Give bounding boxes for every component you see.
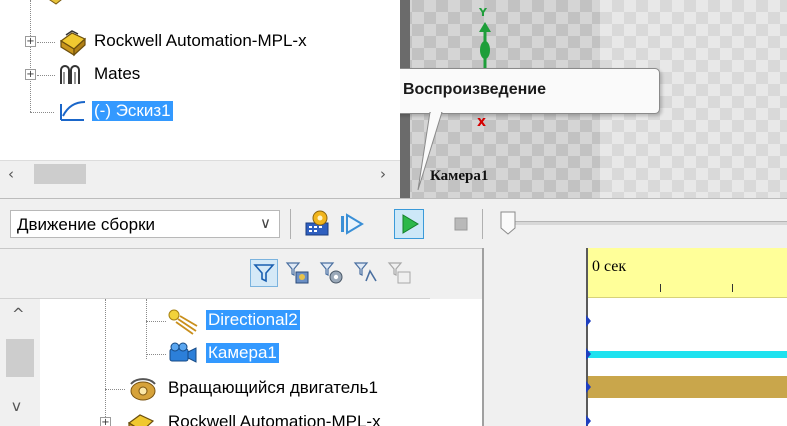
assembly-icon bbox=[42, 0, 68, 8]
study-type-value: Движение сборки bbox=[17, 215, 156, 234]
mates-icon bbox=[58, 62, 88, 88]
scrollbar-thumb[interactable] bbox=[34, 164, 86, 184]
motion-item-label[interactable]: Камера1 bbox=[206, 343, 279, 363]
filter-disabled-icon bbox=[387, 262, 411, 284]
chevron-down-icon[interactable]: ∨ bbox=[260, 214, 271, 232]
filter-driving-button[interactable] bbox=[284, 259, 312, 287]
graphics-viewport[interactable]: Y x Воспроизведение Камера1 bbox=[400, 0, 787, 198]
tree-connector bbox=[37, 42, 55, 43]
calculate-icon bbox=[305, 210, 329, 236]
horizontal-scrollbar[interactable]: ‹ › bbox=[0, 160, 400, 186]
motion-item-label[interactable]: Rockwell Automation-MPL-x bbox=[168, 412, 381, 426]
scroll-down-icon[interactable]: v bbox=[12, 397, 21, 415]
expand-toggle[interactable]: + bbox=[25, 36, 36, 47]
tree-connector bbox=[37, 75, 55, 76]
triad-y-axis-icon bbox=[474, 10, 496, 70]
filter-driving-icon bbox=[285, 262, 309, 284]
filter-disabled-button bbox=[386, 259, 414, 287]
stop-icon bbox=[454, 217, 468, 231]
motion-item-label[interactable]: Вращающийся двигатель1 bbox=[168, 378, 378, 398]
directional-light-icon bbox=[166, 307, 200, 335]
tree-connector bbox=[105, 299, 106, 426]
panel-splitter[interactable] bbox=[482, 248, 484, 426]
tree-connector bbox=[105, 389, 125, 390]
tree-connector bbox=[30, 112, 54, 113]
scroll-right-icon[interactable]: › bbox=[380, 165, 386, 183]
toolbar-separator bbox=[290, 209, 291, 239]
axis-label: Y bbox=[479, 6, 487, 19]
camera-label: Камера1 bbox=[430, 168, 489, 184]
tooltip: Воспроизведение bbox=[400, 68, 660, 114]
motion-study-toolbar: Движение сборки ∨ bbox=[0, 198, 787, 248]
timeline-tick bbox=[732, 284, 733, 292]
filter-toolbar bbox=[0, 249, 482, 299]
filter-selected-button[interactable] bbox=[318, 259, 346, 287]
key-point[interactable] bbox=[586, 315, 591, 327]
sketch-icon bbox=[58, 98, 88, 124]
study-type-dropdown[interactable]: Движение сборки ∨ bbox=[10, 210, 280, 238]
filter-results-icon bbox=[353, 262, 377, 282]
play-from-start-button[interactable] bbox=[336, 209, 366, 239]
motor-change-bar[interactable] bbox=[588, 376, 787, 398]
timeline-tick bbox=[660, 284, 661, 292]
filter-animated-icon bbox=[253, 264, 275, 283]
motion-item-label[interactable]: Directional2 bbox=[206, 310, 300, 330]
tree-connector bbox=[146, 299, 147, 359]
camera-change-bar[interactable] bbox=[588, 351, 787, 358]
stop-button[interactable] bbox=[446, 209, 476, 239]
tree-connector bbox=[146, 321, 166, 322]
rotary-motor-icon bbox=[126, 376, 160, 404]
feature-tree: + Rockwell Automation-MPL-x + Mates (-) … bbox=[0, 0, 400, 160]
tree-item-label[interactable]: Rockwell Automation-MPL-x bbox=[94, 31, 307, 51]
key-point[interactable] bbox=[586, 381, 591, 393]
motion-manager-tree: ^ v Directional2 Камера1 Вращающийся дви bbox=[0, 248, 482, 426]
time-slider-thumb[interactable] bbox=[500, 211, 516, 235]
time-slider-track[interactable] bbox=[510, 221, 787, 225]
camera-icon bbox=[166, 341, 200, 367]
scrollbar-thumb[interactable] bbox=[6, 339, 34, 377]
scroll-left-icon[interactable]: ‹ bbox=[8, 165, 14, 183]
timeline-header: 0 сек bbox=[586, 248, 787, 298]
scroll-up-icon[interactable]: ^ bbox=[12, 305, 25, 323]
assembly-icon bbox=[126, 409, 156, 426]
expand-toggle[interactable]: + bbox=[25, 69, 36, 80]
key-point[interactable] bbox=[586, 348, 591, 360]
expand-toggle[interactable]: + bbox=[100, 417, 111, 426]
tooltip-text: Воспроизведение bbox=[403, 81, 546, 98]
timeline-panel[interactable]: 0 сек bbox=[586, 248, 787, 426]
play-icon bbox=[402, 214, 419, 234]
assembly-icon bbox=[58, 27, 88, 57]
panel-gap bbox=[482, 248, 586, 426]
tree-connector bbox=[146, 354, 166, 355]
filter-selected-icon bbox=[319, 262, 343, 284]
filter-animated-button[interactable] bbox=[250, 259, 278, 287]
time-bar[interactable] bbox=[586, 248, 588, 426]
toolbar-separator bbox=[482, 209, 483, 239]
timeline-time-label: 0 сек bbox=[592, 258, 627, 275]
origin-marker: x bbox=[477, 114, 487, 130]
tree-connector bbox=[30, 0, 31, 112]
key-point[interactable] bbox=[586, 415, 591, 426]
tree-item-label[interactable]: (-) Эскиз1 bbox=[92, 101, 173, 121]
vertical-scrollbar[interactable]: ^ v bbox=[0, 299, 40, 426]
filter-results-button[interactable] bbox=[352, 259, 380, 287]
play-from-start-icon bbox=[341, 213, 364, 235]
calculate-button[interactable] bbox=[302, 209, 332, 239]
tree-item-label[interactable]: Mates bbox=[94, 64, 140, 84]
play-button[interactable] bbox=[394, 209, 424, 239]
filter-spacer bbox=[430, 249, 482, 299]
